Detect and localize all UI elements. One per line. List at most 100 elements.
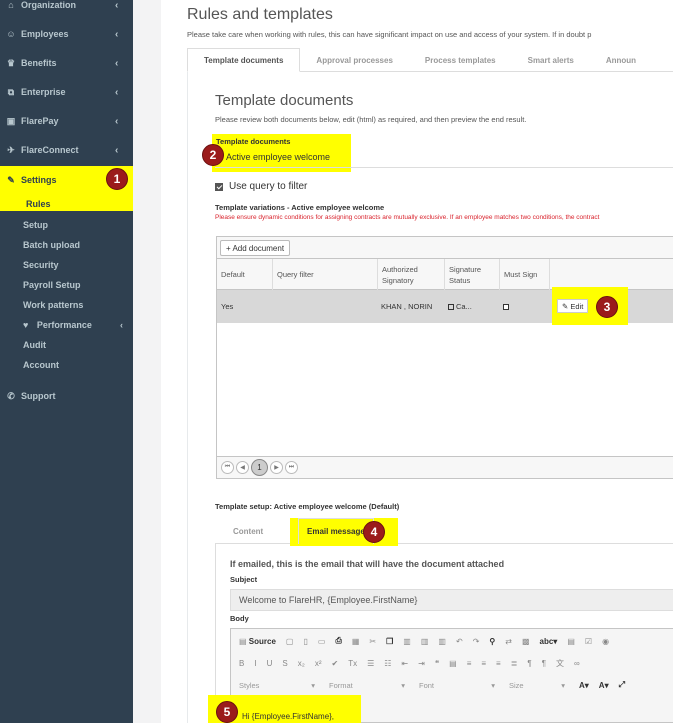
div-icon[interactable]: ▤ [449, 659, 457, 668]
format-select[interactable]: Format ▾ [329, 678, 409, 692]
new-page-icon[interactable]: ▯ [303, 637, 307, 646]
tab-process-templates[interactable]: Process templates [409, 48, 512, 72]
paste-word-icon[interactable]: ▥ [438, 637, 446, 646]
section-heading: Template documents [215, 92, 354, 109]
col-header-must-sign[interactable]: Must Sign [499, 259, 549, 290]
select-all-icon[interactable]: ▩ [522, 637, 530, 646]
edit-button[interactable]: ✎ Edit [557, 299, 589, 313]
col-header-signature-status[interactable]: Signature Status [444, 259, 499, 290]
step-badge-4: 4 [363, 521, 385, 543]
sidebar-sub-payroll-setup[interactable]: Payroll Setup [23, 280, 81, 290]
subscript-icon[interactable]: x₂ [298, 659, 305, 668]
size-select[interactable]: Size ▾ [509, 678, 569, 692]
sidebar-item-label: Employees [21, 29, 69, 39]
copy-format-icon[interactable]: ✔ [331, 659, 338, 668]
paste-text-icon[interactable]: ▥ [421, 637, 429, 646]
remove-format-icon[interactable]: Tx [348, 659, 357, 668]
tab-approval-processes[interactable]: Approval processes [300, 48, 408, 72]
preview-icon[interactable]: ▭ [318, 637, 326, 646]
tab-template-documents[interactable]: Template documents [187, 48, 301, 72]
sidebar-item-label: FlareConnect [21, 145, 79, 155]
sidebar-item-flarepay[interactable]: ▣ FlarePay ‹ [0, 110, 133, 132]
sidebar-item-label: Support [21, 391, 56, 401]
link-icon[interactable]: ∞ [574, 659, 580, 668]
tab-content[interactable]: Content [233, 518, 263, 544]
find-icon[interactable]: ⚲ [489, 637, 495, 646]
print-icon[interactable]: ⎙ [335, 636, 341, 646]
col-header-default[interactable]: Default [217, 259, 272, 290]
users-icon: ☺ [6, 29, 16, 39]
use-query-checkbox[interactable] [215, 182, 223, 191]
ltr-icon[interactable]: ¶ [527, 659, 531, 668]
rtl-icon[interactable]: ¶ [542, 659, 546, 668]
chevron-down-icon: ▾ [311, 680, 315, 690]
must-sign-checkbox[interactable] [503, 303, 509, 310]
outdent-icon[interactable]: ⇤ [401, 659, 408, 668]
sidebar-sub-setup[interactable]: Setup [23, 220, 48, 230]
font-select[interactable]: Font ▾ [419, 678, 499, 692]
cut-icon[interactable]: ✂ [369, 637, 376, 646]
pager-current-page[interactable]: 1 [251, 459, 268, 476]
align-right-icon[interactable]: ≡ [496, 659, 501, 668]
replace-icon[interactable]: ⇄ [505, 637, 512, 646]
add-document-button[interactable]: + Add document [220, 240, 291, 256]
undo-icon[interactable]: ↶ [456, 637, 463, 646]
spellcheck-icon[interactable]: abc▾ [540, 637, 558, 646]
sidebar-item-label: Settings [21, 175, 57, 185]
source-button[interactable]: ▤ Source [239, 637, 276, 646]
sidebar-sub-batch-upload[interactable]: Batch upload [23, 240, 80, 250]
tab-announcements[interactable]: Announ [590, 48, 652, 72]
align-left-icon[interactable]: ≡ [467, 659, 472, 668]
underline-icon[interactable]: U [267, 659, 273, 668]
strike-icon[interactable]: S [282, 659, 287, 668]
checkbox-icon[interactable]: ☑ [585, 637, 592, 646]
grid-header: Default Query filter Authorized Signator… [217, 259, 673, 290]
blockquote-icon[interactable]: ❝ [435, 659, 439, 668]
styles-select[interactable]: Styles ▾ [239, 678, 319, 692]
pager-next-icon[interactable]: ▶ [270, 461, 283, 474]
copy-icon[interactable]: ❐ [386, 637, 393, 646]
col-header-authorized-signatory[interactable]: Authorized Signatory [377, 259, 444, 290]
maximize-icon[interactable]: ⤢ [619, 680, 625, 690]
save-icon[interactable]: ▢ [286, 637, 294, 646]
paste-icon[interactable]: ▥ [403, 637, 411, 646]
sidebar-item-benefits[interactable]: ♛ Benefits ‹ [0, 52, 133, 74]
sidebar-sub-work-patterns[interactable]: Work patterns [23, 300, 83, 310]
numbered-list-icon[interactable]: ☰ [367, 659, 374, 668]
sidebar-sub-account[interactable]: Account [23, 360, 59, 370]
sidebar-item-label: Enterprise [21, 87, 66, 97]
form-icon[interactable]: ▤ [567, 637, 575, 646]
templates-icon[interactable]: ▦ [352, 637, 360, 646]
sidebar-item-enterprise[interactable]: ⧉ Enterprise ‹ [0, 81, 133, 103]
bold-icon[interactable]: B [239, 659, 244, 668]
tab-smart-alerts[interactable]: Smart alerts [512, 48, 590, 72]
superscript-icon[interactable]: x² [315, 659, 322, 668]
sidebar-item-employees[interactable]: ☺ Employees ‹ [0, 23, 133, 45]
italic-icon[interactable]: I [254, 659, 256, 668]
justify-icon[interactable]: ≣ [511, 659, 518, 668]
pager-first-icon[interactable]: ⏮ [221, 461, 234, 474]
subject-input[interactable]: Welcome to FlareHR, {Employee.FirstName} [230, 589, 673, 611]
col-header-query-filter[interactable]: Query filter [272, 259, 377, 290]
indent-icon[interactable]: ⇥ [418, 659, 425, 668]
sidebar-item-organization[interactable]: ⌂ Organization ‹ [0, 0, 133, 16]
body-greeting-text[interactable]: Hi {Employee.FirstName}, [242, 712, 334, 721]
cell-signatory: KHAN , NORIN [381, 302, 433, 311]
bg-color-icon[interactable]: A▾ [599, 681, 609, 690]
text-color-icon[interactable]: A▾ [579, 681, 589, 690]
redo-icon[interactable]: ↷ [473, 637, 480, 646]
bullet-list-icon[interactable]: ☷ [384, 659, 391, 668]
align-center-icon[interactable]: ≡ [481, 659, 486, 668]
language-icon[interactable]: 文 [556, 658, 564, 669]
sidebar-sub-security[interactable]: Security [23, 260, 59, 270]
use-query-filter-row[interactable]: Use query to filter [215, 181, 307, 192]
sidebar-sub-audit[interactable]: Audit [23, 340, 46, 350]
radio-icon[interactable]: ◉ [602, 637, 609, 646]
sidebar-item-support[interactable]: ✆ Support [0, 385, 133, 407]
sidebar-item-label: FlarePay [21, 116, 59, 126]
sidebar-sub-performance[interactable]: ♥ Performance [23, 320, 92, 330]
sidebar-item-flareconnect[interactable]: ✈ FlareConnect ‹ [0, 139, 133, 161]
sidebar-sub-rules[interactable]: Rules [26, 199, 51, 209]
pager-last-icon[interactable]: ⏭ [285, 461, 298, 474]
pager-prev-icon[interactable]: ◀ [236, 461, 249, 474]
